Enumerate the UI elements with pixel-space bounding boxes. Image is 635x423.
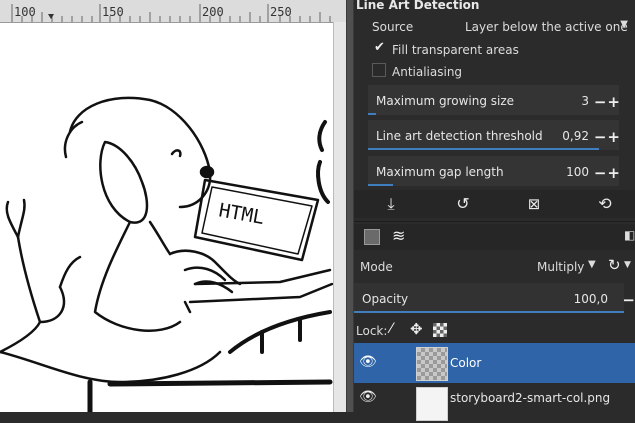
source-row: Source Layer below the active one ▼ — [354, 14, 635, 38]
slider-fill — [368, 184, 394, 186]
import-icon[interactable]: ⤓ — [380, 193, 402, 215]
source-label: Source — [372, 20, 414, 34]
ruler-label-250: 250 — [270, 5, 292, 19]
ruler-ticks — [11, 4, 331, 22]
layers-tab-icon[interactable] — [364, 229, 380, 245]
eye-icon[interactable]: 👁 — [359, 389, 377, 405]
sketch-drawing: HTML — [0, 96, 334, 412]
fill-transparent-label: Fill transparent areas — [392, 43, 519, 57]
chevron-down-icon: ▼ — [620, 19, 628, 30]
mode-dropdown[interactable]: Multiply ▼ — [534, 254, 604, 278]
dock-menu-icon[interactable]: ◧ — [624, 228, 635, 242]
panel-divider — [354, 221, 635, 222]
mode-value: Multiply — [537, 260, 585, 274]
lock-position-icon[interactable]: ✥ — [410, 320, 423, 338]
ruler-label-100: 100 — [14, 5, 36, 19]
antialiasing-row[interactable]: Antialiasing — [354, 61, 635, 81]
channels-tab-icon[interactable]: ≋ — [392, 226, 405, 245]
slider-fill — [354, 311, 624, 313]
slider-fill — [368, 148, 599, 150]
slider-label: Maximum growing size — [376, 94, 515, 108]
mode-switch-icon[interactable]: ↻ — [608, 256, 621, 274]
slider-fill — [368, 113, 376, 115]
checkbox-checked-icon[interactable]: ✔ — [374, 40, 385, 55]
minus-plus-buttons[interactable]: −+ — [594, 93, 621, 111]
slider-value: 100 — [566, 165, 589, 179]
lock-row: Lock: ⁄ ✥ — [354, 318, 635, 342]
opacity-slider[interactable]: Opacity 100,0 − — [354, 283, 635, 313]
refresh-icon[interactable]: ⟲ — [594, 193, 616, 215]
line-art-threshold-slider[interactable]: Line art detection threshold 0,92 −+ — [368, 120, 621, 150]
image-canvas[interactable]: 100 150 200 250 HTML — [0, 0, 346, 412]
layer-thumbnail — [416, 347, 448, 381]
layer-row-color[interactable]: 👁 Color — [354, 343, 635, 383]
minus-plus-buttons[interactable]: −+ — [594, 164, 621, 182]
slider-label: Line art detection threshold — [376, 129, 543, 143]
layer-thumbnail — [416, 387, 448, 421]
opacity-label: Opacity — [362, 292, 409, 306]
layers-dock-tabs: ≋ ◧ — [354, 224, 635, 250]
chevron-down-icon: ▼ — [588, 259, 596, 270]
opacity-value: 100,0 — [573, 292, 608, 306]
tool-options-panel: Line Art Detection Source Layer below th… — [354, 0, 635, 423]
antialiasing-label: Antialiasing — [392, 65, 463, 79]
fill-transparent-row[interactable]: ✔ Fill transparent areas — [354, 40, 635, 60]
minus-button[interactable]: − — [622, 291, 635, 309]
slider-value: 3 — [581, 94, 589, 108]
line-art-section-title: Line Art Detection — [356, 0, 480, 12]
layer-name[interactable]: storyboard2-smart-col.png — [450, 391, 610, 405]
lock-alpha-icon[interactable] — [433, 323, 447, 337]
source-value: Layer below the active one — [465, 20, 628, 34]
mode-row: Mode Multiply ▼ ↻ ▼ — [354, 254, 635, 278]
laptop-screen-text: HTML — [217, 199, 266, 229]
canvas-boundary — [333, 22, 346, 412]
minus-plus-buttons[interactable]: −+ — [594, 128, 621, 146]
reset-icon[interactable]: ↺ — [452, 193, 474, 215]
slider-value: 0,92 — [562, 129, 589, 143]
horizontal-ruler: 100 150 200 250 — [0, 0, 346, 23]
source-dropdown[interactable]: Layer below the active one ▼ — [464, 14, 634, 38]
eye-icon[interactable]: 👁 — [359, 354, 377, 370]
antialiasing-checkbox[interactable] — [372, 63, 386, 77]
ruler-label-150: 150 — [102, 5, 124, 19]
canvas-vertical-scrollbar[interactable] — [346, 0, 354, 412]
layer-row-storyboard[interactable]: 👁 storyboard2-smart-col.png — [354, 383, 635, 423]
maximum-growing-size-slider[interactable]: Maximum growing size 3 −+ — [368, 85, 621, 115]
lock-pixels-icon[interactable]: ⁄ — [390, 321, 392, 337]
tool-options-buttons: ⤓ ↺ ⊠ ⟲ — [354, 190, 635, 218]
mode-label: Mode — [360, 260, 393, 274]
chevron-down-icon[interactable]: ▼ — [624, 260, 631, 270]
layer-name[interactable]: Color — [450, 356, 481, 370]
delete-icon[interactable]: ⊠ — [523, 193, 545, 215]
lock-label: Lock: — [356, 324, 388, 338]
slider-label: Maximum gap length — [376, 165, 504, 179]
maximum-gap-length-slider[interactable]: Maximum gap length 100 −+ — [368, 156, 621, 186]
ruler-label-200: 200 — [202, 5, 224, 19]
scrollbar-thumb[interactable] — [347, 0, 353, 412]
